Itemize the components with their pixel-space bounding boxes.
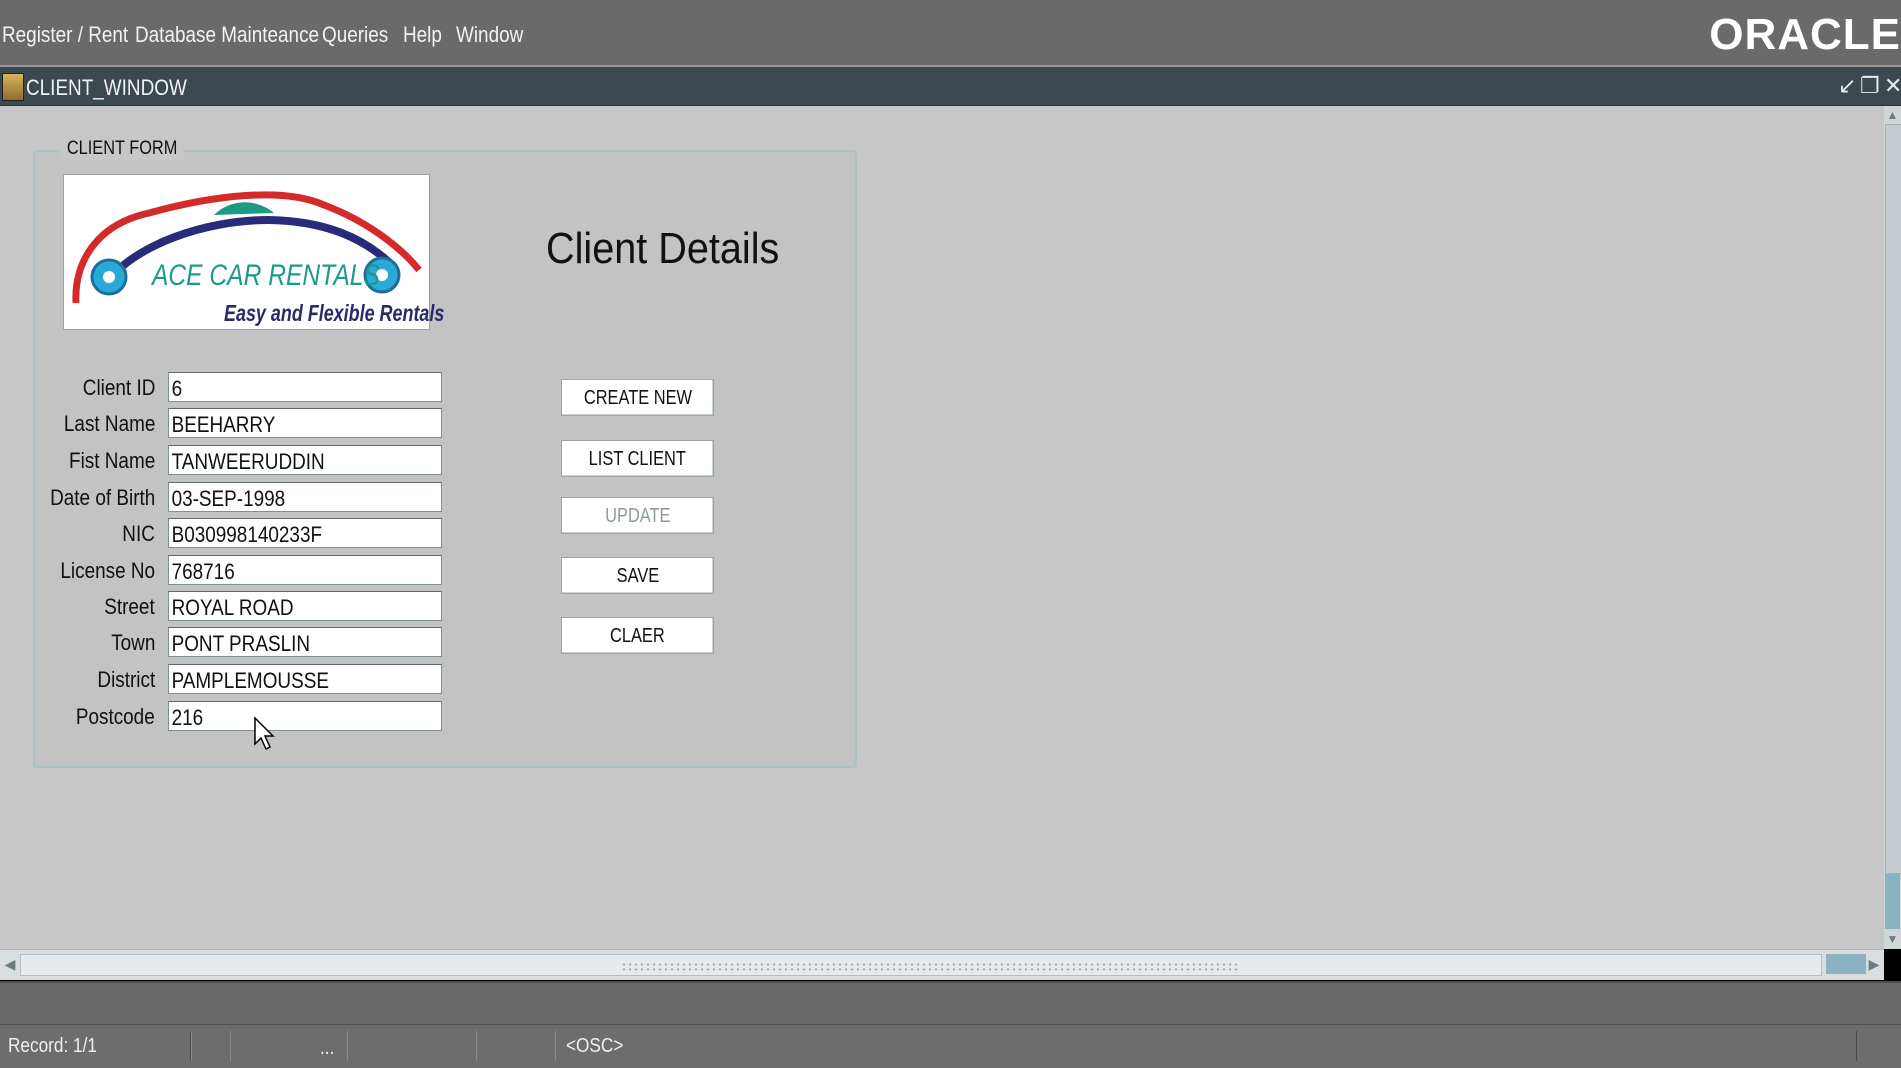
scroll-grip-icon: [621, 962, 1241, 972]
scroll-right-icon[interactable]: ▶: [1866, 954, 1882, 974]
message-bar: [0, 981, 1901, 1026]
town-value: PONT PRASLIN: [171, 631, 311, 656]
horizontal-scrollbar[interactable]: ◀ ▶: [0, 949, 1884, 980]
menu-register-rent[interactable]: Register / Rent: [2, 22, 128, 50]
street-field[interactable]: ROYAL ROAD: [168, 591, 442, 621]
logo-brand-name: ACE CAR RENTALS: [152, 259, 380, 292]
restore-icon[interactable]: ❐: [1860, 73, 1880, 99]
label-nic: NIC: [122, 521, 155, 546]
window-app-icon: [2, 73, 24, 101]
window-title: CLIENT_WINDOW: [26, 75, 187, 100]
menu-queries[interactable]: Queries: [322, 22, 388, 50]
label-postcode: Postcode: [76, 704, 155, 729]
frame-title: CLIENT FORM: [60, 138, 185, 160]
license-no-value: 768716: [171, 559, 235, 584]
client-id-field[interactable]: 6: [168, 372, 442, 402]
scroll-up-icon[interactable]: ▲: [1886, 107, 1899, 123]
horizontal-scroll-thumb[interactable]: [20, 954, 1822, 976]
label-license-no: License No: [60, 558, 155, 583]
save-button[interactable]: SAVE: [561, 557, 714, 594]
update-button[interactable]: UPDATE: [561, 497, 714, 534]
label-district: District: [97, 667, 155, 692]
postcode-field[interactable]: 216: [168, 701, 442, 731]
minimize-icon[interactable]: ↙: [1838, 73, 1856, 99]
mode-indicator: <OSC>: [566, 1035, 624, 1057]
update-label: UPDATE: [604, 505, 671, 527]
horizontal-scroll-end: [1826, 954, 1866, 974]
status-ellipsis: ...: [320, 1037, 335, 1059]
scroll-down-icon[interactable]: ▼: [1886, 931, 1899, 947]
nic-value: B030998140233F: [171, 522, 323, 547]
oracle-logo: ORACLE: [1709, 10, 1901, 59]
menu-database-maintenance[interactable]: Database Mainteance: [135, 22, 319, 50]
menu-window[interactable]: Window: [456, 22, 523, 50]
window-title-bar: CLIENT_WINDOW ↙ ❐ ✕: [0, 67, 1901, 106]
nic-field[interactable]: B030998140233F: [168, 518, 442, 548]
street-value: ROYAL ROAD: [171, 595, 294, 620]
create-new-button[interactable]: CREATE NEW: [561, 379, 714, 416]
postcode-value: 216: [171, 705, 204, 730]
town-field[interactable]: PONT PRASLIN: [168, 627, 442, 657]
company-logo: ACE CAR RENTALS Easy and Flexible Rental…: [63, 174, 444, 330]
clear-button[interactable]: CLAER: [561, 617, 714, 654]
list-client-button[interactable]: LIST CLIENT: [561, 440, 714, 477]
label-date-of-birth: Date of Birth: [49, 485, 155, 510]
date-of-birth-value: 03-SEP-1998: [171, 486, 286, 511]
record-indicator: Record: 1/1: [8, 1035, 97, 1057]
label-first-name: Fist Name: [68, 448, 155, 473]
page-title: Client Details: [546, 224, 780, 273]
scroll-left-icon[interactable]: ◀: [2, 954, 18, 974]
vertical-scrollbar[interactable]: ▲ ▼: [1884, 106, 1901, 949]
close-icon[interactable]: ✕: [1884, 73, 1901, 99]
status-cell-mode: [555, 1031, 1857, 1061]
status-cell-4: [347, 1031, 477, 1061]
vertical-scroll-thumb[interactable]: [1885, 874, 1900, 929]
first-name-field[interactable]: TANWEERUDDIN: [168, 445, 442, 475]
save-label: SAVE: [616, 565, 659, 587]
menu-help[interactable]: Help: [403, 22, 442, 50]
label-last-name: Last Name: [63, 411, 155, 436]
status-bar: Record: 1/1 ... <OSC>: [0, 1024, 1901, 1068]
district-value: PAMPLEMOUSSE: [171, 668, 329, 693]
label-street: Street: [104, 594, 155, 619]
first-name-value: TANWEERUDDIN: [171, 449, 325, 474]
label-client-id: Client ID: [82, 375, 155, 400]
date-of-birth-field[interactable]: 03-SEP-1998: [168, 482, 442, 512]
list-client-label: LIST CLIENT: [588, 448, 687, 470]
logo-tagline: Easy and Flexible Rentals: [224, 300, 445, 326]
client-id-value: 6: [171, 376, 183, 401]
status-cell-2: [191, 1031, 231, 1061]
status-cell-5: [476, 1031, 556, 1061]
last-name-field[interactable]: BEEHARRY: [168, 408, 442, 438]
label-town: Town: [110, 630, 155, 655]
license-no-field[interactable]: 768716: [168, 555, 442, 585]
clear-label: CLAER: [610, 625, 665, 647]
vertical-scroll-track[interactable]: [1885, 124, 1901, 874]
create-new-label: CREATE NEW: [583, 387, 692, 409]
last-name-value: BEEHARRY: [171, 412, 276, 437]
mouse-pointer-icon: [254, 716, 275, 751]
menu-bar: Register / Rent Database Mainteance Quer…: [0, 0, 1901, 67]
district-field[interactable]: PAMPLEMOUSSE: [168, 664, 442, 694]
